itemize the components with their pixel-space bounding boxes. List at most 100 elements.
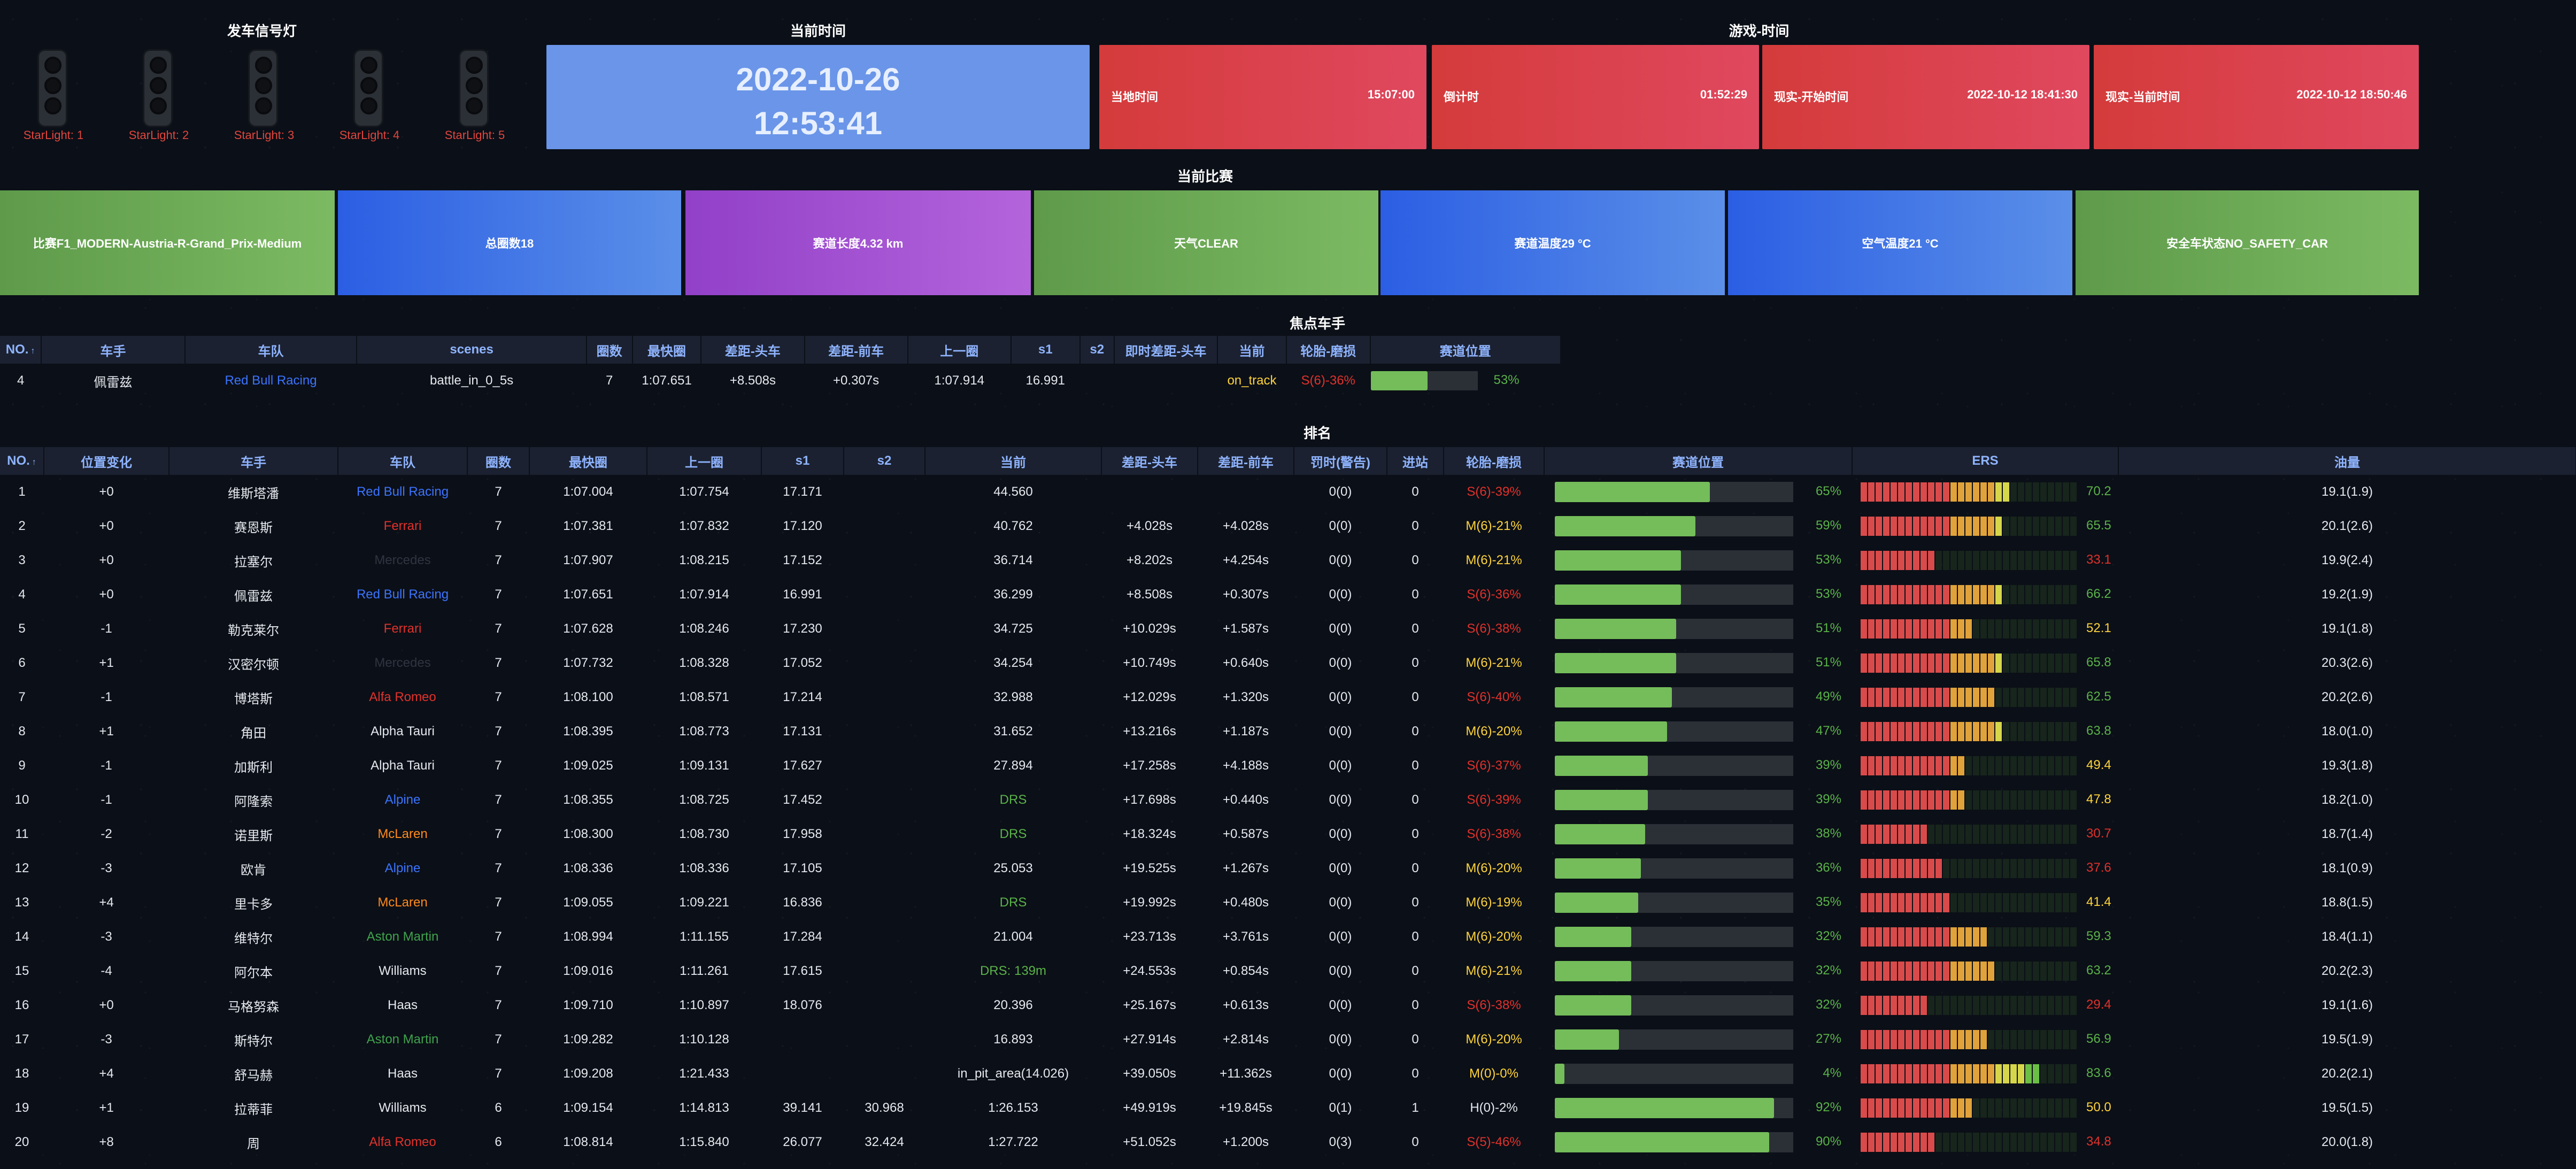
focus-col-5[interactable]: 最快圈 (632, 336, 702, 364)
focus-col-8[interactable]: 上一圈 (907, 336, 1012, 364)
ers-segment (2048, 619, 2054, 639)
gap-leader: +17.698s (1123, 793, 1176, 807)
ers-segment (2018, 653, 2024, 673)
table-row[interactable]: 14 -3 维特尔 Aston Martin 7 1:08.994 1:11.155 17.2… (0, 920, 2576, 954)
sector-2 (844, 988, 925, 1022)
table-row[interactable]: 20 +8 周 Alfa Romeo 6 1:08.814 1:15.840 26.077 32… (0, 1125, 2576, 1159)
gap-ahead: +1.200s (1222, 1135, 1269, 1149)
rank-no: 15 (14, 964, 29, 978)
table-row[interactable]: 13 +4 里卡多 McLaren 7 1:09.055 1:09.221 16.836 DRS… (0, 886, 2576, 920)
rank-col-12[interactable]: 罚时(警告) (1294, 447, 1387, 475)
pit-stops: 1 (1412, 1101, 1419, 1115)
table-row[interactable]: 10 -1 阿隆索 Alpine 7 1:08.355 1:08.725 17.452 DRS +… (0, 783, 2576, 817)
ers-segment (1883, 1030, 1889, 1049)
focus-col-4[interactable]: 圈数 (586, 336, 633, 364)
rank-col-6[interactable]: 上一圈 (647, 447, 762, 475)
table-row[interactable]: 1 +0 维斯塔潘 Red Bull Racing 7 1:07.004 1:07.754 1… (0, 475, 2576, 509)
rank-col-7[interactable]: s1 (761, 447, 844, 475)
current-status: 36.714 (993, 553, 1033, 567)
table-row[interactable]: 19 +1 拉蒂菲 Williams 6 1:09.154 1:14.813 39.141 30… (0, 1091, 2576, 1125)
rank-col-14[interactable]: 轮胎-磨损 (1444, 447, 1545, 475)
rank-col-9[interactable]: 当前 (925, 447, 1102, 475)
table-row[interactable]: 11 -2 诺里斯 McLaren 7 1:08.300 1:08.730 17.958 DRS… (0, 817, 2576, 851)
ers-bar (1861, 927, 2078, 947)
focus-col-10[interactable]: s2 (1079, 336, 1115, 364)
table-row[interactable]: 6 +1 汉密尔顿 Mercedes 7 1:07.732 1:08.328 17.052 34… (0, 646, 2576, 680)
rank-col-4[interactable]: 圈数 (467, 447, 530, 475)
rank-col-16[interactable]: ERS (1852, 447, 2119, 475)
focus-table-row[interactable]: 4 佩雷兹 Red Bull Racing battle_in_0_5s 7 1:07.6… (0, 364, 1561, 398)
driver-name: 欧肯 (241, 863, 266, 878)
ers-segment (1958, 688, 1964, 707)
ers-segment (1928, 653, 1934, 673)
ers-segment (2048, 1098, 2054, 1118)
table-row[interactable]: 12 -3 欧肯 Alpine 7 1:08.336 1:08.336 17.105 25.05… (0, 851, 2576, 886)
rank-col-17[interactable]: 油量 (2118, 447, 2576, 475)
ers-segment (2070, 1030, 2077, 1049)
ers-segment (1898, 1064, 1904, 1083)
track-position-pct: 36% (1815, 860, 1841, 875)
sector-1: 17.120 (783, 519, 822, 533)
table-row[interactable]: 5 -1 勒克莱尔 Ferrari 7 1:07.628 1:08.246 17.230 34.… (0, 612, 2576, 646)
penalty: 0(0) (1329, 964, 1352, 978)
focus-col-13[interactable]: 轮胎-磨损 (1286, 336, 1371, 364)
fastest-lap: 1:07.628 (563, 621, 613, 636)
gap-leader: +13.216s (1123, 724, 1176, 739)
table-row[interactable]: 15 -4 阿尔本 Williams 7 1:09.016 1:11.261 17.615 DR… (0, 954, 2576, 988)
ers-value: 59.3 (2086, 929, 2111, 944)
ers-segment (2055, 619, 2062, 639)
rank-col-2[interactable]: 车手 (169, 447, 338, 475)
focus-col-11[interactable]: 即时差距-头车 (1114, 336, 1218, 364)
driver-name: 拉蒂菲 (234, 1102, 273, 1117)
sector-1: 17.131 (783, 724, 822, 739)
rank-col-1[interactable]: 位置变化 (44, 447, 169, 475)
rank-col-3[interactable]: 车队 (338, 447, 468, 475)
track-position: 32% (1544, 988, 1852, 1022)
table-row[interactable]: 2 +0 赛恩斯 Ferrari 7 1:07.381 1:07.832 17.120 40.7… (0, 509, 2576, 543)
ers-segment (1928, 551, 1934, 570)
focus-col-0[interactable]: NO. ↑ (0, 336, 42, 364)
focus-col-1[interactable]: 车手 (41, 336, 186, 364)
ers-segment (1965, 1098, 1972, 1118)
focus-col-3[interactable]: scenes (357, 336, 587, 364)
driver-name: 阿尔本 (234, 965, 273, 980)
focus-col-9[interactable]: s1 (1011, 336, 1081, 364)
ers-bar (1861, 1133, 2078, 1152)
current-status: 1:26.153 (988, 1101, 1038, 1115)
sort-asc-icon[interactable]: ↑ (32, 458, 36, 467)
table-row[interactable]: 7 -1 博塔斯 Alfa Romeo 7 1:08.100 1:08.571 17.214 3… (0, 680, 2576, 714)
focus-col-6[interactable]: 差距-头车 (701, 336, 805, 364)
laps: 7 (495, 690, 502, 704)
rank-col-0[interactable]: NO. ↑ (0, 447, 44, 475)
focus-col-12[interactable]: 当前 (1217, 336, 1287, 364)
table-row[interactable]: 3 +0 拉塞尔 Mercedes 7 1:07.907 1:08.215 17.152 36.… (0, 543, 2576, 578)
focus-col-14[interactable]: 赛道位置 (1370, 336, 1562, 364)
sort-asc-icon[interactable]: ↑ (30, 347, 35, 356)
table-row[interactable]: 9 -1 加斯利 Alpha Tauri 7 1:09.025 1:09.131 17.627… (0, 749, 2576, 783)
table-row[interactable]: 4 +0 佩雷兹 Red Bull Racing 7 1:07.651 1:07.914 16… (0, 578, 2576, 612)
table-row[interactable]: 16 +0 马格努森 Haas 7 1:09.710 1:10.897 18.076 20.39… (0, 988, 2576, 1022)
ers-segment (1943, 653, 1949, 673)
ers-segment (1883, 1064, 1889, 1083)
table-row[interactable]: 18 +4 舒马赫 Haas 7 1:09.208 1:21.433 in_pit_area(… (0, 1057, 2576, 1091)
current-time-card: 2022-10-26 12:53:41 (546, 45, 1090, 149)
rank-col-5[interactable]: 最快圈 (529, 447, 647, 475)
rank-col-11[interactable]: 差距-前车 (1198, 447, 1294, 475)
ers-segment (1988, 585, 1994, 604)
table-row[interactable]: 8 +1 角田 Alpha Tauri 7 1:08.395 1:08.773 17.131 3… (0, 714, 2576, 749)
position-change: -1 (101, 793, 112, 807)
rank-col-15[interactable]: 赛道位置 (1544, 447, 1853, 475)
rank-col-8[interactable]: s2 (844, 447, 925, 475)
ers-level: 41.4 (1852, 886, 2118, 920)
start-light-2: StarLight: 2 (105, 37, 212, 144)
rank-col-13[interactable]: 进站 (1387, 447, 1444, 475)
table-row[interactable]: 17 -3 斯特尔 Aston Martin 7 1:09.282 1:10.128 16.8… (0, 1022, 2576, 1057)
focus-track-position: 53% (1370, 364, 1561, 398)
focus-col-2[interactable]: 车队 (184, 336, 358, 364)
pit-stops: 0 (1412, 553, 1419, 567)
rank-col-10[interactable]: 差距-头车 (1101, 447, 1198, 475)
rank-no: 20 (14, 1135, 29, 1149)
driver-name: 勒克莱尔 (228, 623, 279, 638)
ers-segment (2003, 653, 2009, 673)
focus-col-7[interactable]: 差距-前车 (804, 336, 908, 364)
